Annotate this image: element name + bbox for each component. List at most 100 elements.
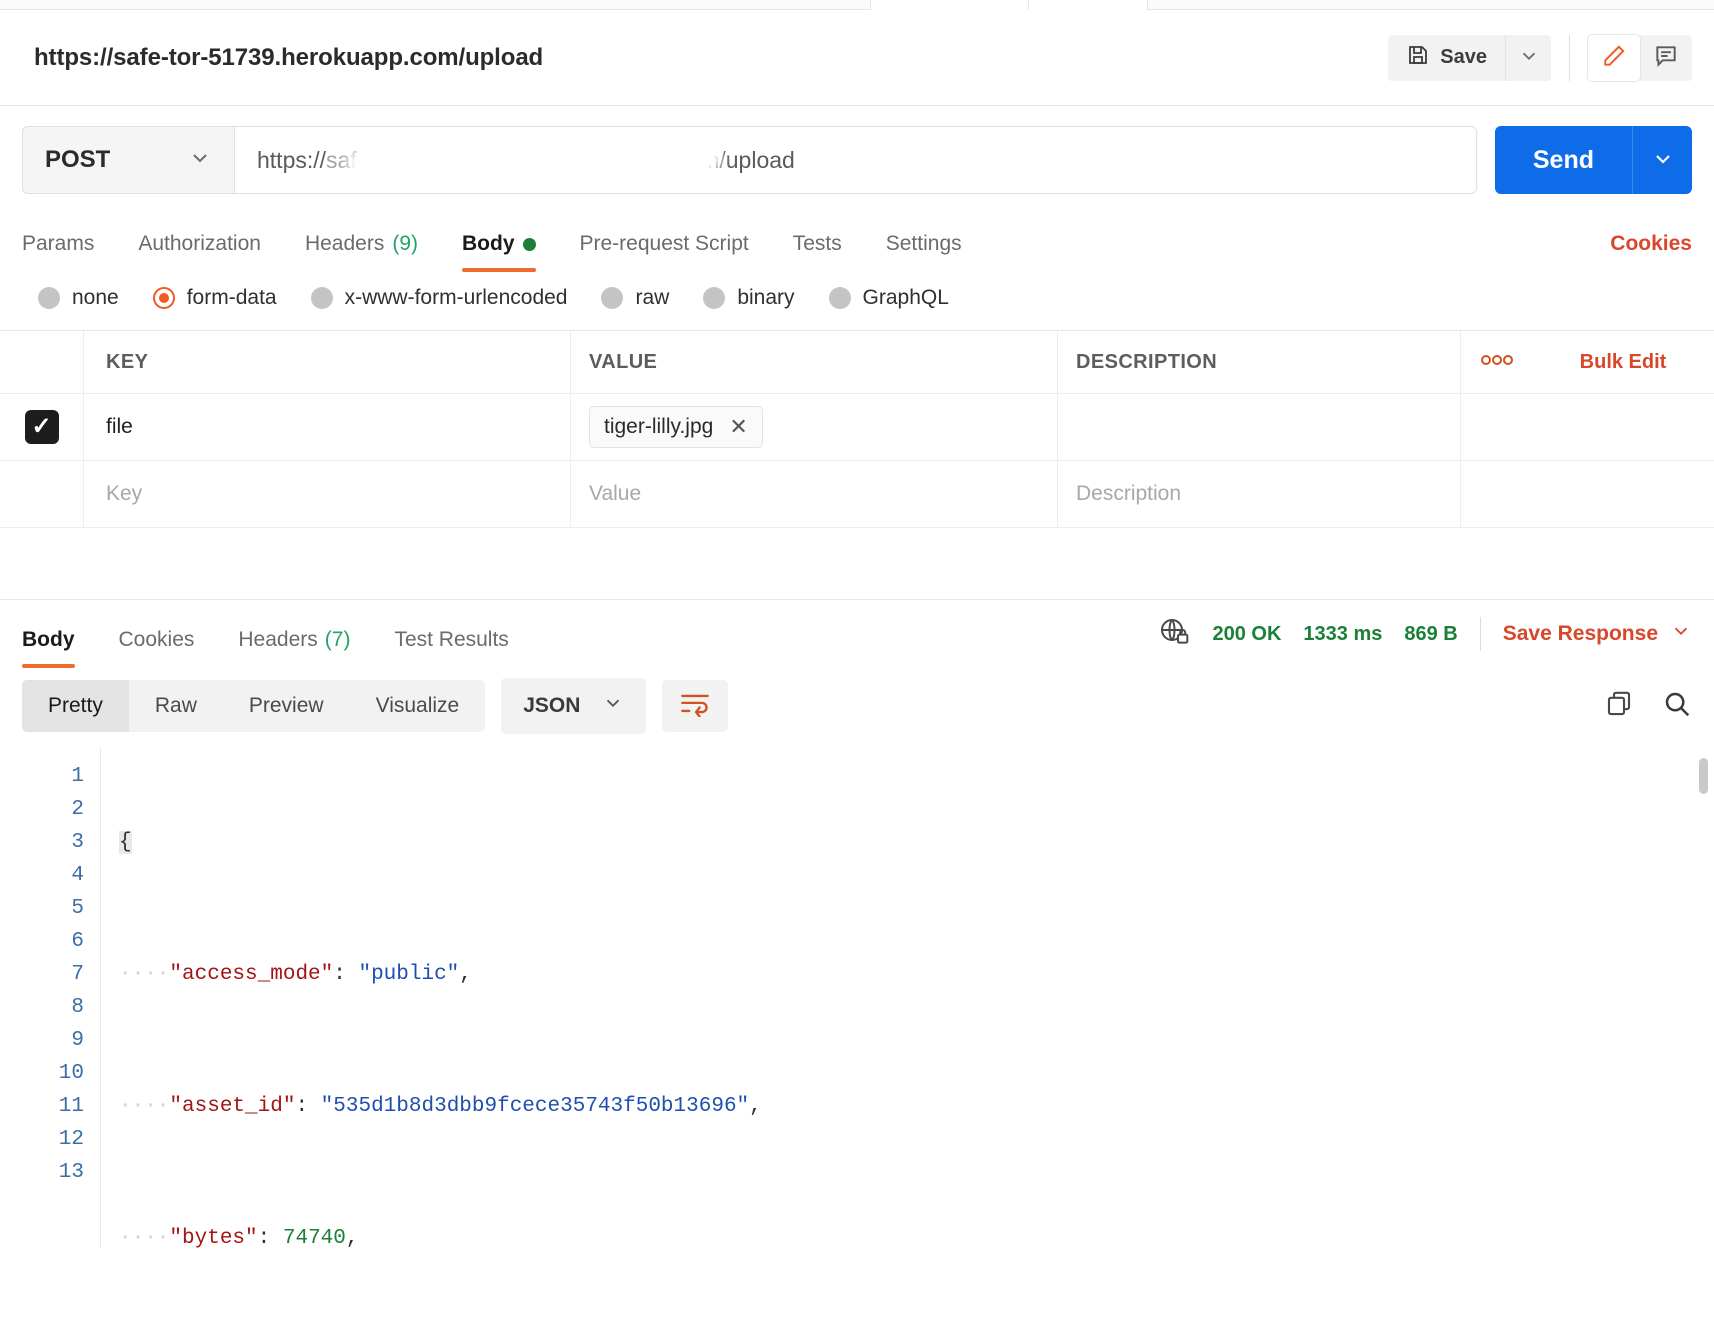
- request-url-row: POST https:// safe .com/upload Send: [0, 106, 1714, 210]
- view-visualize-button[interactable]: Visualize: [350, 680, 486, 732]
- edit-request-button[interactable]: [1588, 34, 1640, 81]
- body-type-urlencoded[interactable]: x-www-form-urlencoded: [310, 286, 567, 310]
- toolbar-divider: [1569, 34, 1570, 81]
- close-icon[interactable]: ✕: [729, 416, 747, 438]
- body-type-none-label: none: [72, 286, 119, 309]
- code-line: {: [119, 826, 1714, 859]
- response-tab-cookies-label: Cookies: [118, 628, 195, 651]
- view-raw-button[interactable]: Raw: [129, 680, 223, 732]
- line-number: 12: [58, 1128, 84, 1151]
- table-more-options-button[interactable]: [1460, 331, 1532, 393]
- copy-icon: [1604, 691, 1634, 723]
- response-format-label: JSON: [523, 694, 581, 717]
- more-options-icon: [1480, 353, 1514, 371]
- json-value-access-mode: "public": [358, 963, 460, 986]
- save-button[interactable]: Save: [1388, 34, 1505, 81]
- empty-bulk-spacer: [1532, 461, 1714, 527]
- search-icon: [1662, 692, 1692, 723]
- code-scrollbar-thumb[interactable]: [1699, 758, 1708, 794]
- header-key: KEY: [106, 350, 149, 373]
- code-line: ····"access_mode": "public",: [119, 963, 472, 986]
- comments-button[interactable]: [1640, 35, 1692, 81]
- bulk-edit-button[interactable]: Bulk Edit: [1580, 351, 1667, 374]
- request-url-input[interactable]: https:// safe .com/upload: [234, 126, 1477, 194]
- response-body-code[interactable]: 1 2 3 4 5 6 7 8 9 10 11 12 13 { ····"acc…: [0, 748, 1714, 1248]
- response-tab-body-label: Body: [22, 628, 75, 651]
- url-prefix-text: https://: [257, 146, 327, 173]
- tab-headers-count: (9): [392, 232, 418, 255]
- save-response-button[interactable]: Save Response: [1503, 620, 1692, 648]
- table-header-row: KEY VALUE DESCRIPTION Bulk Edit: [0, 331, 1714, 394]
- body-type-none[interactable]: none: [38, 286, 119, 310]
- response-tab-headers[interactable]: Headers (7): [216, 628, 372, 668]
- json-brace-open: {: [119, 831, 132, 854]
- empty-key-input[interactable]: Key: [106, 482, 142, 506]
- copy-button[interactable]: [1604, 689, 1634, 724]
- tab-body[interactable]: Body: [440, 232, 558, 272]
- response-view-segments: Pretty Raw Preview Visualize: [22, 680, 486, 732]
- tab-settings[interactable]: Settings: [864, 232, 984, 272]
- body-type-graphql-label: GraphQL: [862, 286, 949, 309]
- response-size: 869 B: [1404, 622, 1458, 645]
- send-options-button[interactable]: [1632, 126, 1692, 194]
- status-badge: 200 OK: [1212, 622, 1282, 645]
- row-bulk-spacer: [1532, 394, 1714, 460]
- request-tabs: Params Authorization Headers (9) Body Pr…: [0, 210, 1714, 272]
- body-type-binary[interactable]: binary: [703, 286, 795, 310]
- save-button-label: Save: [1440, 46, 1487, 68]
- search-button[interactable]: [1662, 689, 1692, 724]
- line-number: 8: [71, 996, 84, 1019]
- save-response-label: Save Response: [1502, 622, 1658, 645]
- response-tab-cookies[interactable]: Cookies: [97, 628, 217, 668]
- tab-params[interactable]: Params: [22, 232, 116, 272]
- row-file-chip[interactable]: tiger-lilly.jpg ✕: [589, 406, 763, 448]
- row-enabled-checkbox[interactable]: ✓: [24, 410, 59, 444]
- json-value-bytes: 74740: [282, 1227, 346, 1248]
- body-type-graphql[interactable]: GraphQL: [828, 286, 949, 310]
- body-type-raw-label: raw: [635, 286, 670, 309]
- chevron-down-icon: [602, 692, 624, 720]
- response-meta: 200 OK 1333 ms 869 B Save Response: [1158, 616, 1692, 653]
- tab-authorization[interactable]: Authorization: [116, 232, 283, 272]
- body-type-raw[interactable]: raw: [601, 286, 669, 310]
- line-number: 3: [71, 831, 84, 854]
- tab-pre-request-script[interactable]: Pre-request Script: [558, 232, 771, 272]
- empty-description-input[interactable]: Description: [1076, 482, 1181, 506]
- http-method-select[interactable]: POST: [22, 126, 234, 194]
- tab-stub-2[interactable]: [1028, 0, 1148, 10]
- header-value: VALUE: [589, 350, 658, 373]
- line-number: 10: [58, 1062, 84, 1085]
- response-tab-headers-label: Headers: [238, 628, 318, 651]
- code-content[interactable]: { ····"access_mode": "public", ····"asse…: [100, 748, 1714, 1248]
- tab-tests[interactable]: Tests: [771, 232, 864, 272]
- response-format-select[interactable]: JSON: [501, 678, 647, 734]
- send-button[interactable]: Send: [1494, 126, 1632, 194]
- cookies-link[interactable]: Cookies: [1610, 232, 1692, 272]
- view-pretty-button[interactable]: Pretty: [22, 680, 129, 732]
- response-tab-body[interactable]: Body: [22, 628, 97, 668]
- line-number: 9: [71, 1029, 84, 1052]
- body-type-form-data[interactable]: form-data: [152, 286, 277, 310]
- line-number: 11: [58, 1095, 84, 1118]
- response-tab-test-results[interactable]: Test Results: [372, 628, 530, 668]
- empty-value-input[interactable]: Value: [589, 482, 641, 506]
- save-options-button[interactable]: [1505, 34, 1551, 81]
- request-name-bar: https://safe-tor-51739.herokuapp.com/upl…: [0, 10, 1714, 106]
- pencil-icon: [1601, 43, 1627, 72]
- tab-params-label: Params: [22, 232, 95, 255]
- view-preview-button[interactable]: Preview: [223, 680, 350, 732]
- radio-icon: [703, 287, 726, 309]
- table-empty-row: Key Value Description: [0, 461, 1714, 528]
- tab-headers[interactable]: Headers (9): [283, 232, 440, 272]
- header-description: DESCRIPTION: [1076, 350, 1218, 373]
- line-number: 4: [71, 864, 84, 887]
- tab-body-label: Body: [462, 232, 515, 255]
- row-key-input[interactable]: file: [106, 415, 133, 439]
- response-tab-headers-count: (7): [324, 628, 351, 651]
- header-cell-checkbox: [0, 331, 84, 393]
- response-tab-test-results-label: Test Results: [394, 628, 509, 651]
- line-number: 13: [58, 1161, 84, 1184]
- comment-icon: [1653, 43, 1679, 72]
- chevron-down-icon: [1651, 147, 1675, 174]
- wrap-text-button[interactable]: [662, 680, 729, 732]
